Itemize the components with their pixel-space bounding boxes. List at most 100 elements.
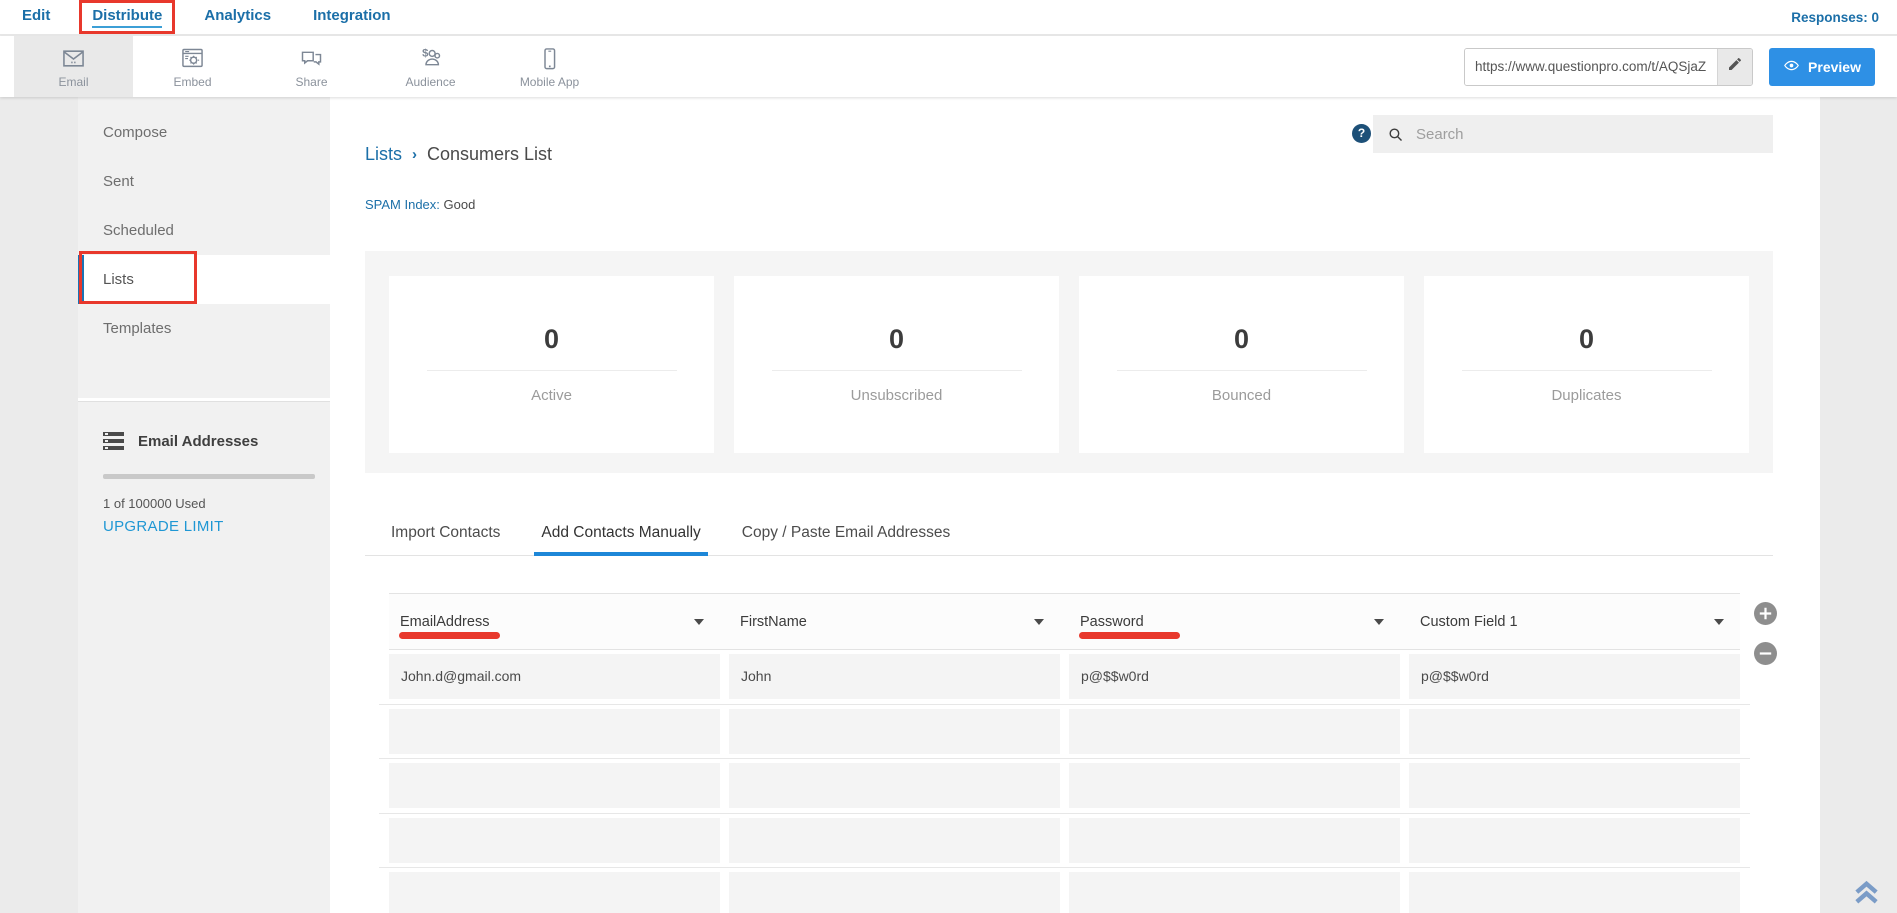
survey-url-input[interactable] bbox=[1465, 49, 1717, 85]
stat-label: Unsubscribed bbox=[734, 387, 1059, 404]
breadcrumb-lists-link[interactable]: Lists bbox=[365, 144, 402, 165]
upgrade-limit-link[interactable]: UPGRADE LIMIT bbox=[103, 518, 306, 535]
contact-row bbox=[389, 872, 1740, 913]
contact-input[interactable] bbox=[389, 763, 720, 808]
contacts-tabs: Import Contacts Add Contacts Manually Co… bbox=[365, 516, 1773, 556]
chevron-double-up-icon[interactable] bbox=[1851, 877, 1882, 911]
contact-row bbox=[389, 709, 1740, 754]
sidebar-menu-item-label: Lists bbox=[103, 271, 134, 288]
column-select-value: Custom Field 1 bbox=[1420, 614, 1518, 630]
contact-input[interactable]: John bbox=[729, 654, 1060, 699]
column-mapping-row: EmailAddress FirstName Password bbox=[389, 593, 1740, 650]
list-stats-panel: 0 Active 0 Unsubscribed 0 Bounced bbox=[365, 251, 1773, 473]
nav-item[interactable]: Edit bbox=[22, 7, 50, 28]
stat-value: 0 bbox=[389, 324, 714, 355]
contact-input[interactable] bbox=[1409, 818, 1740, 863]
responses-count[interactable]: Responses: 0 bbox=[1791, 10, 1879, 25]
email-sidebar: Compose Sent Scheduled Lists bbox=[78, 97, 330, 913]
caret-down-icon bbox=[1034, 619, 1044, 625]
sidebar-menu-item-label: Templates bbox=[103, 320, 171, 337]
top-nav: Edit Distribute Analytics Integration bbox=[0, 0, 1897, 35]
toolbar-item[interactable]: $ Audience bbox=[371, 36, 490, 97]
email-menu: Compose Sent Scheduled Lists bbox=[78, 97, 330, 398]
embed-icon bbox=[179, 44, 206, 72]
nav-item[interactable]: Distribute bbox=[92, 7, 162, 28]
sidebar-menu-item[interactable]: Compose bbox=[78, 108, 330, 157]
column-select[interactable]: Custom Field 1 bbox=[1409, 594, 1740, 649]
contact-input[interactable] bbox=[1069, 763, 1400, 808]
toolbar-item[interactable]: Share bbox=[252, 36, 371, 97]
edit-url-button[interactable] bbox=[1717, 49, 1752, 85]
email-addresses-panel: Email Addresses 1 of 100000 Used UPGRADE… bbox=[78, 401, 330, 913]
contact-input[interactable] bbox=[1409, 763, 1740, 808]
contact-input[interactable]: p@$$w0rd bbox=[1069, 654, 1400, 699]
nav-item[interactable]: Integration bbox=[313, 7, 391, 28]
contact-input[interactable] bbox=[389, 709, 720, 754]
email-icon bbox=[60, 44, 87, 72]
stat-value: 0 bbox=[1424, 324, 1749, 355]
minus-icon[interactable] bbox=[1754, 642, 1777, 665]
preview-button[interactable]: Preview bbox=[1769, 48, 1875, 86]
nav-item[interactable]: Analytics bbox=[204, 7, 271, 28]
search-input[interactable] bbox=[1414, 125, 1773, 144]
column-select-value: Password bbox=[1080, 614, 1144, 630]
sidebar-menu-item[interactable]: Sent bbox=[78, 157, 330, 206]
list-icon bbox=[103, 432, 124, 450]
toolbar-item[interactable]: Embed bbox=[133, 36, 252, 97]
page-title: Consumers List bbox=[427, 144, 552, 165]
column-select[interactable]: EmailAddress bbox=[389, 594, 720, 649]
column-select-value: EmailAddress bbox=[400, 614, 489, 630]
sidebar-menu-item[interactable]: Templates bbox=[78, 304, 330, 353]
toolbar-item-label: Email bbox=[58, 75, 88, 89]
help-icon[interactable]: ? bbox=[1352, 124, 1371, 143]
share-icon bbox=[298, 44, 325, 72]
contact-input[interactable] bbox=[729, 763, 1060, 808]
usage-text: 1 of 100000 Used bbox=[103, 496, 306, 511]
search-icon bbox=[1387, 126, 1404, 143]
nav-item-label: Integration bbox=[313, 7, 391, 28]
contact-input[interactable] bbox=[729, 818, 1060, 863]
annotation-box bbox=[79, 251, 197, 304]
tab[interactable]: Copy / Paste Email Addresses bbox=[740, 516, 953, 555]
tab[interactable]: Add Contacts Manually bbox=[539, 516, 702, 555]
email-addresses-title: Email Addresses bbox=[138, 433, 258, 450]
contact-row bbox=[389, 818, 1740, 863]
contact-input[interactable] bbox=[1409, 872, 1740, 913]
contact-input[interactable] bbox=[389, 818, 720, 863]
tab-label: Copy / Paste Email Addresses bbox=[742, 524, 951, 541]
svg-text:$: $ bbox=[422, 47, 429, 59]
sidebar-menu-item[interactable]: Scheduled bbox=[78, 206, 330, 255]
annotation-underline bbox=[399, 632, 500, 639]
toolbar-item[interactable]: Email bbox=[14, 36, 133, 97]
sidebar-menu-item-label: Scheduled bbox=[103, 222, 174, 239]
toolbar-item[interactable]: Mobile App bbox=[490, 36, 609, 97]
stat-card: 0 Active bbox=[389, 276, 714, 453]
contact-input[interactable] bbox=[389, 872, 720, 913]
caret-down-icon bbox=[1714, 619, 1724, 625]
plus-icon[interactable] bbox=[1754, 602, 1777, 625]
contact-input[interactable]: p@$$w0rd bbox=[1409, 654, 1740, 699]
contact-input[interactable] bbox=[729, 709, 1060, 754]
contact-input[interactable] bbox=[729, 872, 1060, 913]
spam-index-label: SPAM Index: bbox=[365, 197, 440, 212]
list-detail-panel: ? Lists › Consumers List SPAM Index: Goo… bbox=[330, 97, 1820, 913]
nav-item-label: Distribute bbox=[92, 7, 162, 28]
contact-input[interactable] bbox=[1069, 709, 1400, 754]
column-select[interactable]: Password bbox=[1069, 594, 1400, 649]
caret-down-icon bbox=[1374, 619, 1384, 625]
column-select[interactable]: FirstName bbox=[729, 594, 1060, 649]
pencil-icon bbox=[1727, 56, 1743, 77]
nav-menu: Edit Distribute Analytics Integration bbox=[0, 7, 391, 28]
caret-down-icon bbox=[694, 619, 704, 625]
tab[interactable]: Import Contacts bbox=[389, 516, 502, 555]
toolbar-item-label: Share bbox=[295, 75, 327, 89]
contact-input[interactable] bbox=[1069, 872, 1400, 913]
stat-label: Active bbox=[389, 387, 714, 404]
annotation-underline bbox=[1079, 632, 1180, 639]
sidebar-menu-item[interactable]: Lists bbox=[78, 255, 330, 304]
contact-input[interactable]: John.d@gmail.com bbox=[389, 654, 720, 699]
stat-label: Bounced bbox=[1079, 387, 1404, 404]
preview-label: Preview bbox=[1808, 59, 1861, 75]
contact-input[interactable] bbox=[1409, 709, 1740, 754]
contact-input[interactable] bbox=[1069, 818, 1400, 863]
